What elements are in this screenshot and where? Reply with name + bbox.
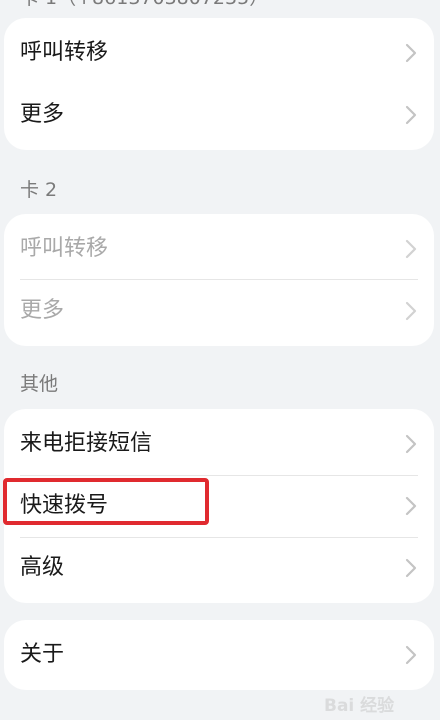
section-label-card2: 卡 2	[20, 179, 58, 201]
row-label: 更多	[20, 102, 65, 127]
chevron-right-icon	[405, 301, 417, 321]
chevron-right-icon	[405, 43, 417, 63]
section-label-card1: 卡 1（+8613703807235）	[20, 0, 268, 10]
chevron-right-icon	[405, 105, 417, 125]
chevron-right-icon	[405, 558, 417, 578]
speed-dial-highlight-box	[3, 478, 209, 525]
row-label: 呼叫转移	[20, 236, 109, 261]
row-label: 高级	[20, 555, 65, 580]
card2-more-row: 更多	[4, 280, 434, 342]
row-label: 呼叫转移	[20, 40, 109, 65]
settings-page: 卡 1（+8613703807235） 呼叫转移 更多 卡 2 呼叫转移 更多	[0, 0, 440, 720]
chevron-right-icon	[405, 496, 417, 516]
card1-group: 呼叫转移 更多	[4, 18, 434, 150]
card1-more-row[interactable]: 更多	[4, 84, 434, 146]
card1-call-forwarding-row[interactable]: 呼叫转移	[4, 22, 434, 84]
chevron-right-icon	[405, 645, 417, 665]
row-label: 更多	[20, 298, 65, 323]
about-row[interactable]: 关于	[4, 624, 434, 686]
row-label: 来电拒接短信	[20, 431, 153, 456]
watermark-text: Bai 经验	[324, 696, 395, 716]
row-label: 关于	[20, 642, 65, 667]
section-label-other: 其他	[20, 373, 59, 395]
card2-call-forwarding-row: 呼叫转移	[4, 218, 434, 280]
chevron-right-icon	[405, 434, 417, 454]
about-group: 关于	[4, 620, 434, 690]
call-reject-sms-row[interactable]: 来电拒接短信	[4, 413, 434, 475]
chevron-right-icon	[405, 239, 417, 259]
card2-group: 呼叫转移 更多	[4, 214, 434, 346]
advanced-row[interactable]: 高级	[4, 537, 434, 599]
baidu-jingyan-watermark: Bai 经验	[324, 695, 434, 717]
